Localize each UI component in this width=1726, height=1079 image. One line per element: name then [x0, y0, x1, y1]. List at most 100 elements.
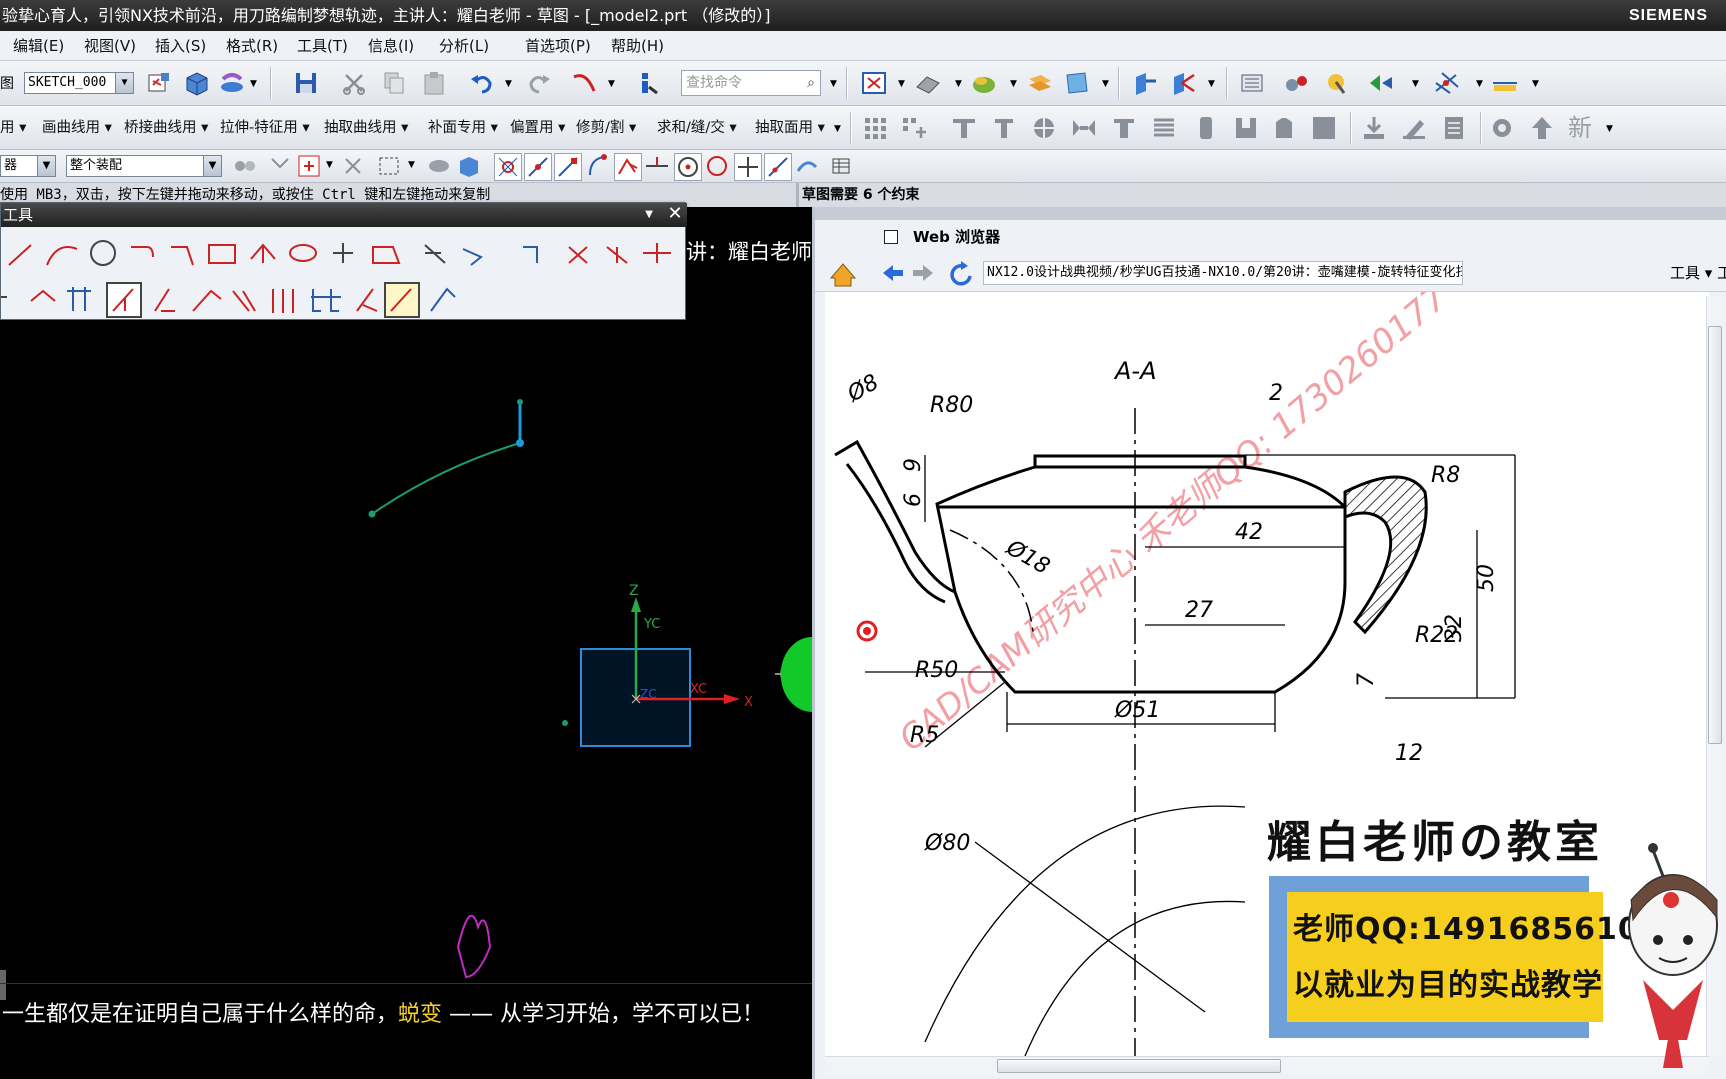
profile-icon[interactable]: [372, 246, 401, 264]
toolbar-menu-0[interactable]: 用 ▾: [0, 106, 26, 150]
home-icon[interactable]: [829, 263, 857, 287]
geometric-constraint-icon[interactable]: [30, 289, 56, 302]
pattern-move-icon[interactable]: [900, 114, 930, 142]
standard-part-icon[interactable]: [990, 114, 1020, 142]
toolbar-menu-bridge-curve[interactable]: 桥接曲线用 ▾: [124, 106, 208, 150]
assembly-scope-combo[interactable]: 整个装配 ▼: [66, 155, 222, 177]
vertical-scroll-thumb[interactable]: [1708, 326, 1722, 744]
close-icon[interactable]: ✕: [665, 205, 685, 225]
menu-preferences[interactable]: 首选项(P): [525, 31, 591, 61]
menu-help[interactable]: 帮助(H): [611, 31, 664, 61]
insert-icon[interactable]: [1110, 114, 1140, 142]
rectangle-icon[interactable]: [208, 244, 236, 264]
ellipse-icon[interactable]: [289, 244, 317, 262]
equal-constraint-icon[interactable]: [272, 289, 294, 313]
sketch-endpoint[interactable]: [516, 439, 524, 447]
show-hide-icon[interactable]: [426, 153, 452, 179]
deselect-icon[interactable]: [340, 153, 366, 179]
drawing-icon[interactable]: [1310, 114, 1340, 142]
curve-dropdown-icon[interactable]: ▼: [608, 79, 615, 89]
selection-icon[interactable]: [1366, 69, 1396, 97]
snap-surface-icon[interactable]: [794, 153, 820, 179]
part-navigator-icon[interactable]: [1238, 69, 1268, 97]
palette-header[interactable]: 工具 ▼ ✕: [1, 203, 687, 227]
address-bar[interactable]: NX12.0设计战典视频/秒学UG百技通-NX10.0/第20讲：壶嘴建模-旋转…: [983, 261, 1463, 285]
wcs-icon[interactable]: [1063, 69, 1093, 97]
forward-icon[interactable]: [913, 265, 933, 281]
render-style-icon[interactable]: [913, 69, 943, 97]
snap-point-on-curve-icon[interactable]: [764, 153, 792, 181]
grid-dropdown-icon[interactable]: ▼: [1476, 79, 1483, 89]
horizontal-scroll-thumb[interactable]: [997, 1059, 1281, 1073]
move-dropdown-icon[interactable]: ▼: [1208, 79, 1215, 89]
type-filter-combo[interactable]: 器 ▼: [0, 155, 56, 177]
list-icon[interactable]: [1440, 114, 1470, 142]
pattern-icon[interactable]: [523, 246, 538, 263]
sketch-spline[interactable]: [371, 442, 521, 515]
bom-icon[interactable]: [1270, 114, 1300, 142]
fit-view-icon[interactable]: [860, 69, 888, 97]
move-object-icon[interactable]: [1168, 69, 1198, 97]
corner-icon[interactable]: [606, 246, 628, 264]
chevron-down-icon[interactable]: ▼: [203, 156, 221, 176]
search-dropdown-icon[interactable]: ▼: [830, 79, 837, 89]
sketch-endpoint[interactable]: [517, 399, 523, 405]
fillet-icon[interactable]: [131, 246, 154, 258]
gear-icon[interactable]: [1488, 114, 1518, 142]
chevron-down-icon[interactable]: ▼: [115, 73, 133, 93]
snap-midpoint-icon[interactable]: [524, 153, 552, 181]
rectangle-select-icon[interactable]: [376, 153, 402, 179]
sketch-name-combo[interactable]: SKETCH_000 ▼: [24, 72, 134, 94]
menu-view[interactable]: 视图(V): [84, 31, 136, 61]
coincident-constraint-icon[interactable]: [311, 289, 341, 312]
ejector-pin-icon[interactable]: [1030, 114, 1060, 142]
toolbar-menu-extract-curve[interactable]: 抽取曲线用 ▾: [324, 106, 408, 150]
assembly-icon[interactable]: [1282, 69, 1312, 97]
snap-control-point-icon[interactable]: [554, 153, 582, 181]
menu-analysis[interactable]: 分析(L): [439, 31, 489, 61]
selection-priority-icon[interactable]: [232, 153, 258, 179]
line-icon[interactable]: [8, 244, 32, 266]
view-dropdown-icon[interactable]: ▼: [898, 79, 905, 89]
polygon-icon[interactable]: [250, 243, 276, 263]
slider-icon[interactable]: [1070, 114, 1100, 142]
convert-reference-icon[interactable]: [430, 287, 456, 312]
offset-icon[interactable]: [462, 248, 483, 266]
measure-distance-icon[interactable]: [1490, 69, 1520, 97]
chamfer-icon[interactable]: [171, 246, 194, 266]
undo-icon[interactable]: [468, 69, 496, 97]
feature-icon[interactable]: [218, 69, 248, 97]
cut-icon[interactable]: [340, 69, 368, 97]
wcs-dropdown-icon[interactable]: ▼: [1102, 79, 1109, 89]
point-icon[interactable]: [333, 243, 353, 263]
chevron-down-icon[interactable]: ▼: [37, 156, 55, 176]
dropdown-arrow-icon[interactable]: ▼: [250, 79, 257, 89]
mold-base-icon[interactable]: [950, 114, 980, 142]
sketch-endpoint[interactable]: [368, 510, 376, 518]
snap-arc-icon[interactable]: [584, 153, 610, 179]
tools-wrench-icon[interactable]: [1322, 69, 1352, 97]
toolbar-menu-curve[interactable]: 画曲线用 ▾: [42, 106, 112, 150]
menu-tools[interactable]: 工具(T): [297, 31, 348, 61]
pin-checkbox[interactable]: [884, 230, 898, 244]
toolbar-menu-patch[interactable]: 补面专用 ▾: [428, 106, 498, 150]
dimension-icon[interactable]: [67, 287, 91, 311]
new-label[interactable]: 新: [1568, 106, 1592, 150]
layer-icon[interactable]: [1025, 69, 1055, 97]
sketch-new-icon[interactable]: [145, 69, 173, 97]
perpendicular-constraint-icon[interactable]: [192, 289, 222, 312]
toolbar-menu-trim[interactable]: 修剪/割 ▾: [576, 106, 636, 150]
measure-dropdown-icon[interactable]: ▼: [1532, 79, 1539, 89]
menu-insert[interactable]: 插入(S): [155, 31, 206, 61]
redo-icon[interactable]: [525, 69, 553, 97]
model-view-icon[interactable]: [183, 69, 211, 97]
trim-icon[interactable]: [424, 244, 446, 264]
edit-draw-icon[interactable]: [1400, 114, 1430, 142]
shading-dropdown-icon[interactable]: ▼: [1010, 79, 1017, 89]
rect-select-dropdown-icon[interactable]: ▼: [408, 160, 415, 170]
parallel-constraint-icon[interactable]: [232, 290, 256, 312]
overflow-dropdown-icon[interactable]: ▼: [834, 124, 841, 134]
snap-center-icon[interactable]: [674, 153, 702, 181]
menu-info[interactable]: 信息(I): [368, 31, 414, 61]
snap-point-icon[interactable]: [268, 153, 294, 179]
